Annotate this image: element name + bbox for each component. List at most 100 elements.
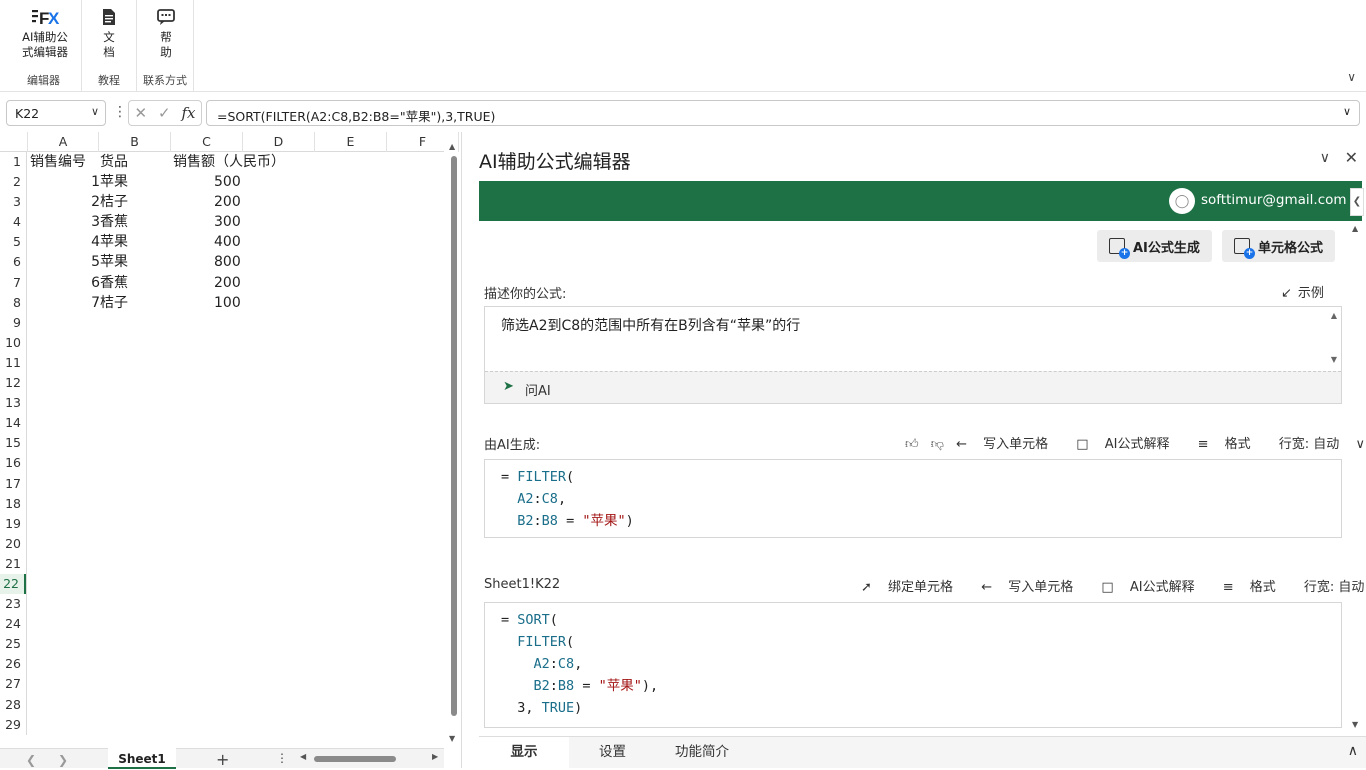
cell[interactable]: 4 [91,232,100,252]
user-email[interactable]: softtimur@gmail.com [1201,192,1347,208]
sheet-tab-sheet1[interactable]: Sheet1 [108,748,176,769]
cell[interactable]: 销售额（人民币） [173,152,285,172]
row-header[interactable]: 8 [0,293,26,313]
cell[interactable]: 5 [91,252,100,272]
row-header[interactable]: 3 [0,192,26,212]
row-header[interactable]: 1 [0,152,26,172]
cancel-icon[interactable]: ✕ [134,104,147,122]
cell[interactable]: 6 [91,273,100,293]
scroll-up-icon[interactable]: ▲ [1331,311,1337,320]
row-header[interactable]: 15 [0,433,26,453]
tab-features[interactable]: 功能简介 [675,737,729,769]
row-header[interactable]: 4 [0,212,26,232]
row-header[interactable]: 13 [0,393,26,413]
thumbs-up-icon[interactable]: 👍︎ [905,437,919,452]
cell[interactable]: 1 [91,172,100,192]
expand-formula-chevron-icon[interactable]: ∨ [1343,105,1351,118]
format-button[interactable]: ≡ 格式 [1198,437,1263,452]
cell[interactable]: 300 [214,212,241,232]
row-header[interactable]: 17 [0,474,26,494]
column-header[interactable]: D [243,132,315,152]
write-cell-button[interactable]: ← 写入单元格 [981,580,1085,595]
row-header[interactable]: 26 [0,654,26,674]
column-header[interactable]: E [315,132,387,152]
tab-settings[interactable]: 设置 [599,737,626,769]
help-button[interactable]: 帮 助 [149,4,183,60]
example-link[interactable]: ↙ 示例 [1281,282,1324,301]
cell[interactable]: 桔子 [100,293,128,313]
cell[interactable]: 100 [214,293,241,313]
scroll-down-icon[interactable]: ▼ [1352,720,1358,729]
generated-formula-code[interactable]: = FILTER( A2:C8, B2:B8 = "苹果") [484,459,1342,538]
name-box[interactable]: K22 ∨ [6,100,106,126]
row-header[interactable]: 12 [0,373,26,393]
cell[interactable]: 3 [91,212,100,232]
row-header[interactable]: 25 [0,634,26,654]
cell[interactable]: 400 [214,232,241,252]
row-header[interactable]: 23 [0,594,26,614]
cell-formula-button[interactable]: 单元格公式 [1222,230,1336,262]
cell[interactable]: 货品 [100,152,128,172]
row-header[interactable]: 20 [0,534,26,554]
ai-formula-generate-button[interactable]: AI公式生成 [1097,230,1212,262]
close-icon[interactable]: ✕ [1345,148,1358,167]
row-header[interactable]: 11 [0,353,26,373]
cell[interactable]: 香蕉 [100,212,128,232]
cell-formula-code[interactable]: = SORT( FILTER( A2:C8, B2:B8 = "苹果"), 3,… [484,602,1342,728]
select-all-corner[interactable] [0,132,28,152]
row-header[interactable]: 7 [0,273,26,293]
row-header[interactable]: 14 [0,413,26,433]
column-header[interactable]: A [28,132,99,152]
format-button[interactable]: ≡ 格式 [1223,580,1288,595]
insert-function-icon[interactable]: fx [182,104,196,122]
collapse-side-icon[interactable]: ❮ [1350,188,1364,216]
scroll-up-icon[interactable]: ▲ [449,142,455,151]
thumbs-down-icon[interactable]: 👎︎ [931,437,944,452]
horizontal-scrollbar[interactable]: ◀ ▶ [300,752,440,763]
column-header[interactable]: C [171,132,243,152]
cell[interactable]: 200 [214,192,241,212]
sheet-options-icon[interactable]: ⋮ [276,751,288,765]
row-header[interactable]: 27 [0,674,26,694]
prev-sheet-icon[interactable]: ❮ [26,753,36,767]
scroll-left-icon[interactable]: ◀ [300,752,306,761]
pane-scrollbar[interactable]: ▲ ▼ [1352,224,1362,736]
more-options-icon[interactable]: ⋮ [113,104,127,120]
write-cell-button[interactable]: ← 写入单元格 [956,437,1060,452]
row-header[interactable]: 16 [0,453,26,473]
cell[interactable]: 7 [91,293,100,313]
scroll-right-icon[interactable]: ▶ [432,752,438,761]
docs-button[interactable]: 文 档 [92,4,126,60]
user-avatar-icon[interactable]: ◯ [1169,188,1195,214]
cell[interactable]: 苹果 [100,252,128,272]
row-header[interactable]: 18 [0,494,26,514]
cell[interactable]: 200 [214,273,241,293]
description-input[interactable]: 筛选A2到C8的范围中所有在B列含有“苹果”的行 ▲ ▼ ➤ 问AI [484,306,1342,404]
row-header-selected[interactable]: 22 [0,573,26,595]
cell[interactable]: 苹果 [100,232,128,252]
cell[interactable]: 销售编号 [30,152,86,172]
formula-input[interactable]: =SORT(FILTER(A2:C8,B2:B8="苹果"),3,TRUE) ∨ [206,100,1360,126]
cell[interactable]: 500 [214,172,241,192]
row-header[interactable]: 6 [0,252,26,272]
row-header[interactable]: 2 [0,172,26,192]
row-header[interactable]: 5 [0,232,26,252]
chevron-up-icon[interactable]: ∧ [1348,743,1358,759]
row-header[interactable]: 28 [0,695,26,715]
scroll-down-icon[interactable]: ▼ [1331,355,1337,364]
scroll-up-icon[interactable]: ▲ [1352,224,1358,233]
explain-button[interactable]: □ AI公式解释 [1076,437,1181,452]
scroll-down-icon[interactable]: ▼ [449,734,455,743]
row-header[interactable]: 9 [0,313,26,333]
row-header[interactable]: 24 [0,614,26,634]
tab-display[interactable]: 显示 [479,737,569,769]
cell[interactable]: 香蕉 [100,273,128,293]
ai-formula-editor-button[interactable]: FX AI辅助公 式编辑器 [12,4,78,60]
scroll-thumb[interactable] [451,156,457,716]
row-header[interactable]: 19 [0,514,26,534]
sheet-vertical-scrollbar[interactable]: ▲ ▼ [448,142,460,750]
next-sheet-icon[interactable]: ❯ [58,753,68,767]
cell-grid[interactable]: 销售编号 货品 销售额（人民币） 1 苹果 500 2 桔子 200 3 香蕉 … [28,152,444,313]
column-header[interactable]: B [99,132,171,152]
bind-cell-button[interactable]: ➚ 绑定单元格 [861,580,965,595]
